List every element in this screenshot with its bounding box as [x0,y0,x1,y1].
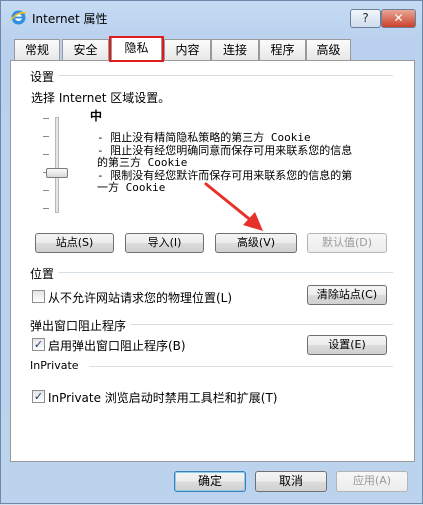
privacy-tab-highlight-box [109,36,164,62]
tab-programs[interactable]: 程序 [259,39,306,60]
settings-group-divider [59,75,393,76]
inprivate-group-label: InPrivate [30,359,79,372]
tab-advanced[interactable]: 高级 [306,39,351,60]
settings-group-label: 设置 [30,70,55,84]
close-button[interactable]: ✕ [381,9,416,28]
tab-general[interactable]: 常规 [14,39,60,60]
inprivate-group-divider [89,366,393,367]
title-bar[interactable]: Internet 属性 ? ✕ [1,1,422,33]
privacy-level-name: 中 [90,109,103,123]
zone-instruction: 选择 Internet 区域设置。 [31,91,171,105]
location-checkbox[interactable] [32,290,45,303]
popup-checkbox[interactable]: ✓ [32,338,45,351]
internet-properties-window: Internet 属性 ? ✕ 常规 安全 隐私 内容 连接 程序 高级 设置 … [0,0,423,504]
help-button[interactable]: ? [350,9,381,28]
clear-sites-button[interactable]: 清除站点(C) [307,285,387,305]
window-title: Internet 属性 [32,12,108,26]
apply-button[interactable]: 应用(A) [336,471,408,492]
level-description-line: 一方 Cookie [97,181,166,194]
location-group-label: 位置 [30,267,55,281]
location-group-divider [59,272,393,273]
ok-button[interactable]: 确定 [174,471,246,492]
internet-explorer-icon [10,10,27,25]
checkmark-icon: ✓ [33,390,44,403]
slider-tick [43,208,49,209]
inprivate-checkbox-label[interactable]: InPrivate 浏览启动时禁用工具栏和扩展(T) [48,389,278,406]
popup-group-label: 弹出窗口阻止程序 [30,319,127,333]
slider-tick [43,154,49,155]
popup-group-divider [131,324,393,325]
default-button[interactable]: 默认值(D) [307,233,387,253]
sites-button[interactable]: 站点(S) [35,233,114,253]
slider-track[interactable] [55,117,59,213]
tab-content[interactable]: 内容 [164,39,211,60]
location-checkbox-label[interactable]: 从不允许网站请求您的物理位置(L) [48,289,232,306]
slider-tick [43,190,49,191]
slider-tick [43,118,49,119]
tab-security[interactable]: 安全 [62,39,109,60]
checkmark-icon: ✓ [33,338,44,351]
cancel-button[interactable]: 取消 [255,471,327,492]
slider-thumb[interactable] [46,168,68,178]
inprivate-checkbox[interactable]: ✓ [32,390,45,403]
slider-tick [43,136,49,137]
advanced-button[interactable]: 高级(V) [215,233,297,253]
tab-connections[interactable]: 连接 [211,39,259,60]
popup-checkbox-label[interactable]: 启用弹出窗口阻止程序(B) [48,337,186,354]
popup-settings-button[interactable]: 设置(E) [307,335,387,355]
import-button[interactable]: 导入(I) [125,233,204,253]
